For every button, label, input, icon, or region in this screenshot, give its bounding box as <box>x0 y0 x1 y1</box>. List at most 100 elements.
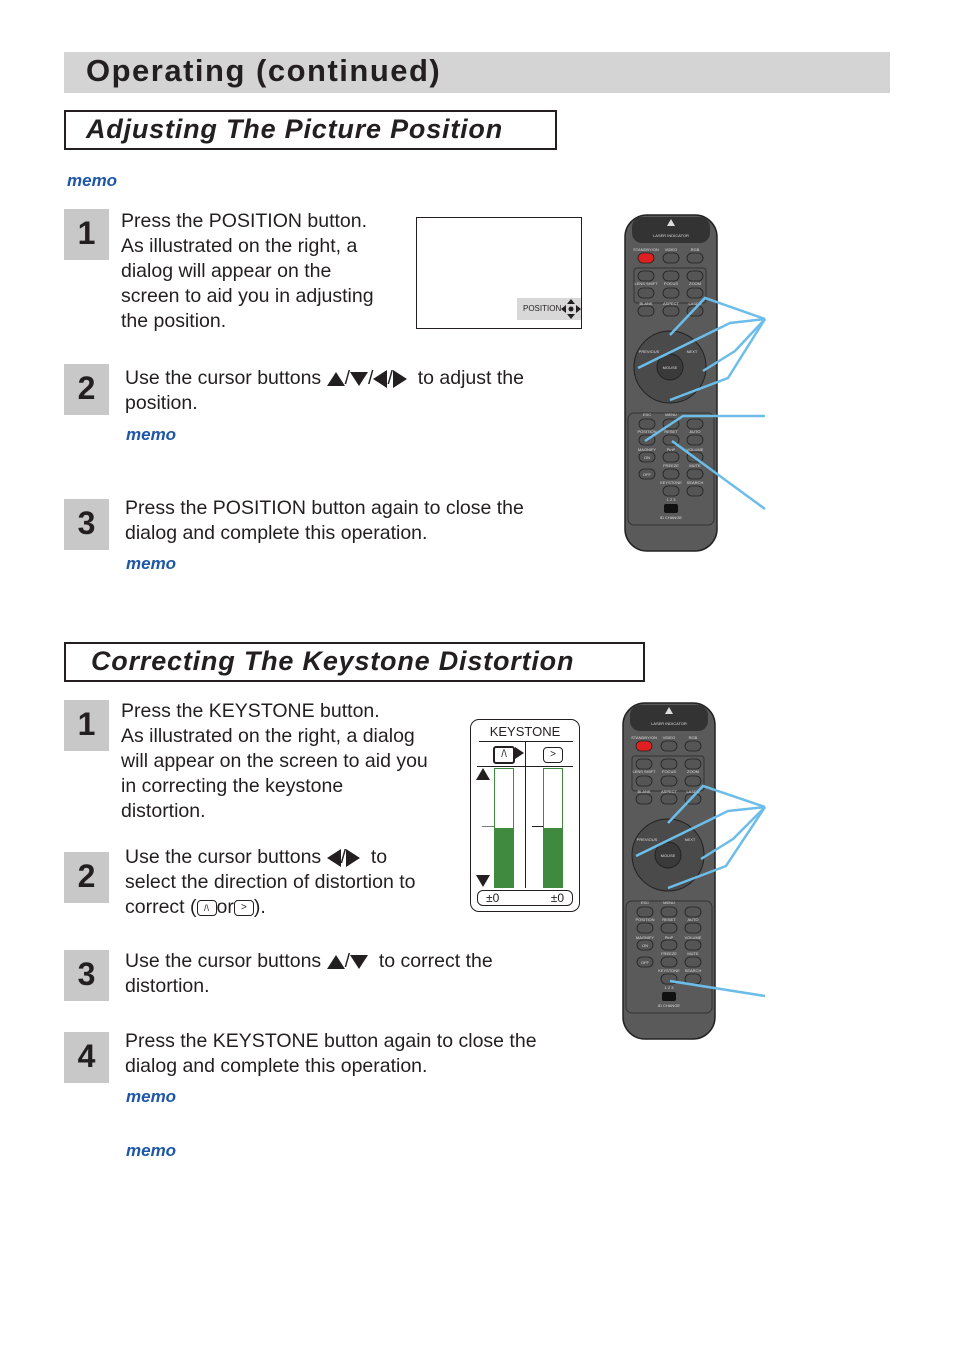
vertical-keystone-icon[interactable]: /\ <box>493 746 515 764</box>
remote-button-label: SEARCH <box>685 968 702 973</box>
remote-button-label: OFF <box>641 960 650 965</box>
step-number-text: 1 <box>77 215 96 251</box>
remote-button-label: MAGNIFY <box>636 935 655 940</box>
remote-button-label: MUTE <box>687 951 699 956</box>
video-button <box>660 740 678 752</box>
step-number: 3 <box>64 499 109 550</box>
vertical-keystone-value: ±0 <box>486 891 500 905</box>
step-number: 1 <box>64 209 109 260</box>
id-change-switch <box>662 992 676 1001</box>
zoom-plus-button <box>686 270 704 282</box>
remote-button-label: ID CHANGE <box>658 1003 681 1008</box>
remote-button-label: 1 2 3 <box>667 497 677 502</box>
remote-button-label: ON <box>644 455 650 460</box>
remote-button-label: BLANK <box>639 301 652 306</box>
memo-label: memo <box>126 1087 177 1106</box>
remote-button-label: AUTO <box>689 429 700 434</box>
volume-button <box>684 939 702 951</box>
step-number-text: 2 <box>77 858 96 894</box>
text: Use the cursor buttons <box>125 846 322 868</box>
step-number-text: 3 <box>77 505 96 541</box>
horizontal-keystone-icon: > <box>233 899 254 916</box>
position-dialog-label: POSITION <box>523 304 562 313</box>
standby-button <box>635 740 653 752</box>
video-button <box>662 252 680 264</box>
mouse-label: MOUSE <box>661 853 676 858</box>
rgb-button <box>686 252 704 264</box>
mouse-label: MOUSE <box>663 365 678 370</box>
four-way-arrow-icon <box>561 299 581 319</box>
focus-minus-button <box>660 775 678 787</box>
down-arrow-icon <box>350 954 369 969</box>
auto-button <box>684 922 702 934</box>
left-arrow-icon <box>326 848 341 867</box>
horizontal-keystone-value: ±0 <box>550 891 564 905</box>
lens-shift-minus-button <box>637 287 655 299</box>
standby-button <box>637 252 655 264</box>
text-line: As illustrated on the right, a dialog <box>121 725 415 747</box>
step-number: 1 <box>64 700 109 751</box>
keystone-values: ±0 ±0 <box>477 890 573 906</box>
text-line: Press the POSITION button. <box>121 210 368 232</box>
position-button <box>636 922 654 934</box>
remote-button-label: OFF <box>643 472 652 477</box>
freeze-button <box>660 956 678 968</box>
horizontal-keystone-icon[interactable]: > <box>543 746 563 764</box>
text: Use the cursor buttons <box>125 950 322 972</box>
memo-label: memo <box>67 171 118 190</box>
page-title-bar: Operating (continued) <box>64 52 890 93</box>
step-2-text: Use the cursor buttons / / / to adjust the… <box>125 366 524 416</box>
remote-button-label: STANDBY/ON <box>631 735 657 740</box>
section-heading-text: Adjusting The Picture Position <box>86 114 504 144</box>
text-line: Press the KEYSTONE button. <box>121 700 380 722</box>
text-line: in correcting the keystone <box>121 775 344 797</box>
remote-button-label: MENU <box>665 412 677 417</box>
search-button <box>686 485 704 497</box>
remote-button-label: VIDEO <box>665 247 677 252</box>
keystone-dialog-title: KEYSTONE <box>489 724 561 739</box>
pip-button <box>662 451 680 463</box>
text-line: dialog and complete this operation. <box>125 1055 428 1077</box>
remote-button-label: ASPECT <box>663 301 680 306</box>
step-3-text: Use the cursor buttons / to correct the … <box>125 949 493 999</box>
remote-button-label: LASER INDICATOR <box>651 721 687 726</box>
remote-button-label: KEYSTONE <box>658 968 680 973</box>
step-3-text: Press the POSITION button again to close… <box>125 496 524 546</box>
text-line: screen to aid you in adjusting <box>121 285 374 307</box>
right-arrow-icon <box>346 848 361 867</box>
step-number-text: 4 <box>77 1038 96 1074</box>
remote-button-label: AUTO <box>687 917 698 922</box>
remote-button-label: FOCUS <box>664 281 678 286</box>
text-line: dialog will appear on the <box>121 260 332 282</box>
focus-plus-button <box>660 758 678 770</box>
step-4-text: Press the KEYSTONE button again to close… <box>125 1029 537 1079</box>
remote-button-label: ZOOM <box>689 281 701 286</box>
remote-button-label: STANDBY/ON <box>633 247 659 252</box>
text: to adjust the <box>417 367 524 389</box>
keystone-button <box>662 485 680 497</box>
remote-button-label: FREEZE <box>661 951 677 956</box>
freeze-button <box>662 468 680 480</box>
down-arrow-icon <box>476 875 490 887</box>
text-line: position. <box>125 392 198 414</box>
focus-plus-button <box>662 270 680 282</box>
lens-shift-plus-button <box>637 270 655 282</box>
remote-button-label: MENU <box>663 900 675 905</box>
step-number-text: 1 <box>77 706 96 742</box>
remote-button-label: PREVIOUS <box>637 837 658 842</box>
remote-button-label: BLANK <box>637 789 650 794</box>
text-line: As illustrated on the right, a <box>121 235 358 257</box>
right-arrow-icon <box>392 369 407 388</box>
step-1-text: Press the KEYSTONE button. As illustrate… <box>121 699 428 824</box>
step-number: 2 <box>64 852 109 903</box>
remote-button-label: FREEZE <box>663 463 679 468</box>
keystone-dialog: KEYSTONE /\ > ±0 ±0 <box>470 719 580 912</box>
page-title: Operating (continued) <box>86 53 442 88</box>
focus-minus-button <box>662 287 680 299</box>
id-change-switch <box>664 504 678 513</box>
reset-button <box>660 922 678 934</box>
memo-label: memo <box>126 554 177 573</box>
remote-button-label: POSITION <box>637 429 656 434</box>
remote-button-label: LENS SHIFT <box>634 281 658 286</box>
section-heading-text: Correcting The Keystone Distortion <box>91 646 575 676</box>
